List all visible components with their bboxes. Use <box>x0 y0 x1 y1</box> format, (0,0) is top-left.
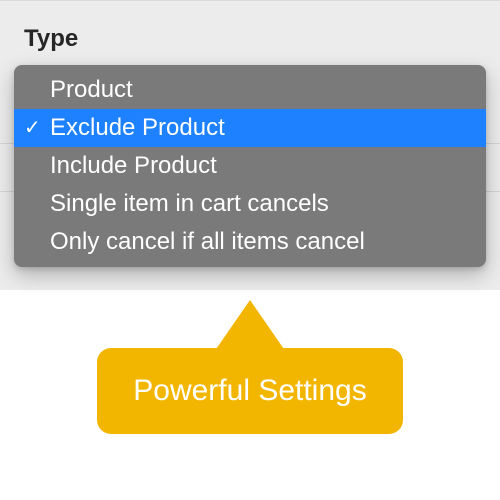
type-dropdown-menu[interactable]: Product ✓ Exclude Product Include Produc… <box>14 65 486 267</box>
dropdown-item-label: Product <box>50 76 472 104</box>
settings-panel: Type Product ✓ Exclude Product Include P… <box>0 0 500 290</box>
callout-text: Powerful Settings <box>133 374 366 407</box>
callout-arrow-icon <box>214 300 286 352</box>
dropdown-item-product[interactable]: Product <box>14 71 486 109</box>
type-field-label: Type <box>0 25 500 53</box>
dropdown-item-label: Single item in cart cancels <box>50 190 472 218</box>
dropdown-item-include-product[interactable]: Include Product <box>14 147 486 185</box>
callout-container: Powerful Settings <box>0 290 500 434</box>
checkmark-icon: ✓ <box>24 118 50 138</box>
dropdown-item-label: Exclude Product <box>50 114 472 142</box>
dropdown-item-all-items-cancel[interactable]: Only cancel if all items cancel <box>14 223 486 261</box>
callout-bubble: Powerful Settings <box>97 348 402 434</box>
dropdown-item-exclude-product[interactable]: ✓ Exclude Product <box>14 109 486 147</box>
dropdown-item-single-item-cancels[interactable]: Single item in cart cancels <box>14 185 486 223</box>
dropdown-item-label: Include Product <box>50 152 472 180</box>
dropdown-item-label: Only cancel if all items cancel <box>50 228 472 256</box>
